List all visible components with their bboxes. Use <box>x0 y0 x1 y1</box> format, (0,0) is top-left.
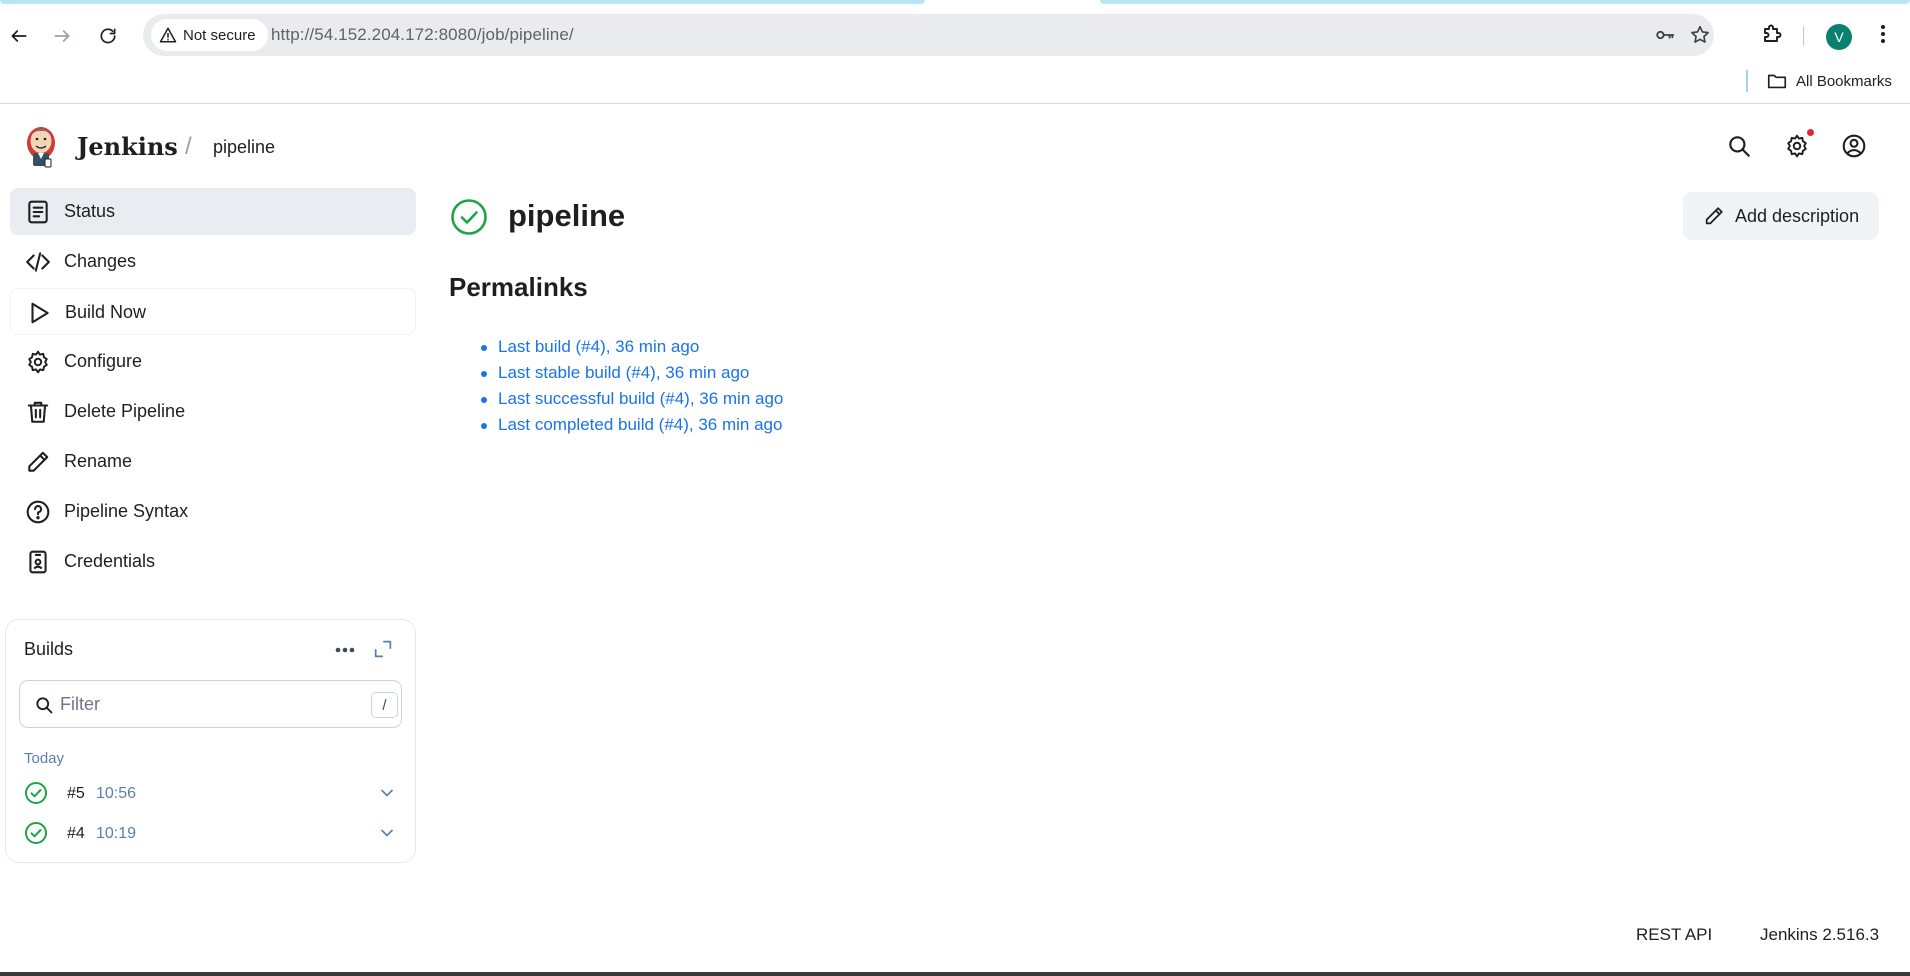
star-icon[interactable] <box>1689 24 1711 46</box>
warning-icon <box>159 27 177 43</box>
sidebar-item-label: Delete Pipeline <box>64 401 186 421</box>
profile-avatar[interactable]: V <box>1826 24 1852 50</box>
filter-input[interactable] <box>60 691 340 717</box>
sidebar-item-rename[interactable]: Rename <box>10 438 416 485</box>
browser-menu-button[interactable] <box>1870 21 1896 47</box>
search-icon <box>1729 136 1750 157</box>
arrow-left-icon <box>11 30 27 42</box>
key-icon[interactable] <box>1654 24 1676 46</box>
trash-icon <box>27 401 49 423</box>
rest-api-link[interactable]: REST API <box>1636 925 1712 945</box>
notification-dot <box>1807 129 1814 136</box>
list-item: Last stable build (#4), 36 min ago <box>481 363 783 389</box>
gear-icon <box>1787 134 1807 158</box>
search-icon <box>36 697 53 714</box>
kebab-menu-icon <box>1881 25 1885 43</box>
builds-title: Builds <box>24 639 74 659</box>
address-bar[interactable]: Not secure http://54.152.204.172:8080/jo… <box>143 14 1714 56</box>
breadcrumb-separator: / <box>185 133 192 160</box>
bookmarks-bar: All Bookmarks <box>0 62 1910 104</box>
sidebar-item-label: Configure <box>64 351 143 371</box>
sidebar-item-delete-pipeline[interactable]: Delete Pipeline <box>10 388 416 435</box>
help-icon <box>26 500 50 524</box>
build-time[interactable]: 10:56 <box>96 785 136 803</box>
build-row[interactable]: #4 10:19 <box>24 819 404 849</box>
list-item: Last completed build (#4), 36 min ago <box>481 415 783 441</box>
sidebar-item-label: Build Now <box>65 302 147 322</box>
back-button[interactable] <box>3 20 35 52</box>
success-check-icon <box>451 199 487 235</box>
expand-icon[interactable] <box>372 638 394 660</box>
security-chip[interactable]: Not secure <box>151 19 268 51</box>
pencil-icon <box>1705 207 1723 225</box>
permalink-last-successful-build[interactable]: Last successful build (#4), 36 min ago <box>498 389 783 408</box>
user-circle-icon <box>1842 134 1866 158</box>
bookmarks-separator <box>1746 70 1748 92</box>
sidebar-item-label: Pipeline Syntax <box>64 501 189 521</box>
status-icon <box>28 200 48 224</box>
all-bookmarks-label: All Bookmarks <box>1796 72 1892 90</box>
sidebar-item-configure[interactable]: Configure <box>10 338 416 385</box>
jenkins-header: Jenkins / pipeline <box>0 105 1910 185</box>
breadcrumb-pipeline[interactable]: pipeline <box>213 137 275 158</box>
toolbar-divider <box>1803 26 1804 46</box>
permalink-last-completed-build[interactable]: Last completed build (#4), 36 min ago <box>498 415 782 434</box>
permalink-last-stable-build[interactable]: Last stable build (#4), 36 min ago <box>498 363 749 382</box>
build-row[interactable]: #5 10:56 <box>24 779 404 809</box>
sidebar-item-label: Credentials <box>64 551 156 571</box>
builds-filter[interactable]: / <box>19 680 402 728</box>
filter-shortcut-key: / <box>371 692 398 718</box>
play-icon <box>31 302 49 324</box>
chevron-down-icon[interactable] <box>377 783 397 803</box>
gear-icon <box>28 350 48 374</box>
jenkins-logo[interactable] <box>24 123 58 169</box>
permalink-last-build[interactable]: Last build (#4), 36 min ago <box>498 337 699 356</box>
arrow-right-icon <box>54 30 70 42</box>
builds-panel: Builds / Today #5 10:56 #4 10:19 <box>5 619 416 863</box>
reload-icon <box>100 28 116 44</box>
code-icon <box>26 252 50 272</box>
sidebar-item-status[interactable]: Status <box>10 188 416 235</box>
list-item: Last successful build (#4), 36 min ago <box>481 389 783 415</box>
sidebar-item-build-now[interactable]: Build Now <box>10 288 416 335</box>
build-number[interactable]: #4 <box>67 825 85 843</box>
sidebar-item-label: Changes <box>64 251 137 271</box>
builds-group-label: Today <box>24 750 65 767</box>
success-check-icon <box>25 822 47 844</box>
browser-toolbar: Not secure http://54.152.204.172:8080/jo… <box>0 4 1910 62</box>
chevron-down-icon[interactable] <box>377 823 397 843</box>
success-check-icon <box>25 782 47 804</box>
user-account-button[interactable] <box>1839 131 1869 161</box>
add-description-button[interactable]: Add description <box>1683 192 1879 240</box>
manage-jenkins-button[interactable] <box>1782 131 1812 161</box>
more-horizontal-icon[interactable] <box>332 640 358 660</box>
sidebar-item-pipeline-syntax[interactable]: Pipeline Syntax <box>10 488 416 535</box>
all-bookmarks-button[interactable]: All Bookmarks <box>1766 70 1892 92</box>
folder-icon <box>1767 74 1787 89</box>
security-label: Not secure <box>183 26 256 44</box>
window-bottom-edge <box>0 972 1910 976</box>
extensions-button[interactable] <box>1759 21 1785 47</box>
sidebar-item-label: Status <box>64 201 116 221</box>
forward-button[interactable] <box>46 20 78 52</box>
permalinks-heading: Permalinks <box>449 272 588 302</box>
search-button[interactable] <box>1724 131 1754 161</box>
pencil-icon <box>28 451 49 472</box>
reload-button[interactable] <box>92 20 124 52</box>
sidebar-item-label: Rename <box>64 451 133 471</box>
build-number[interactable]: #5 <box>67 785 85 803</box>
permalinks-list: Last build (#4), 36 min ago Last stable … <box>481 337 783 441</box>
jenkins-brand[interactable]: Jenkins <box>77 132 178 161</box>
add-description-label: Add description <box>1735 206 1860 226</box>
page-title: pipeline <box>508 198 626 233</box>
sidebar-item-credentials[interactable]: Credentials <box>10 538 416 585</box>
credentials-icon <box>29 550 47 574</box>
build-time[interactable]: 10:19 <box>96 825 136 843</box>
url-text[interactable]: http://54.152.204.172:8080/job/pipeline/ <box>271 25 574 45</box>
sidebar-item-changes[interactable]: Changes <box>10 238 416 285</box>
list-item: Last build (#4), 36 min ago <box>481 337 783 363</box>
puzzle-icon <box>1764 24 1782 42</box>
jenkins-version-link[interactable]: Jenkins 2.516.3 <box>1760 925 1879 945</box>
